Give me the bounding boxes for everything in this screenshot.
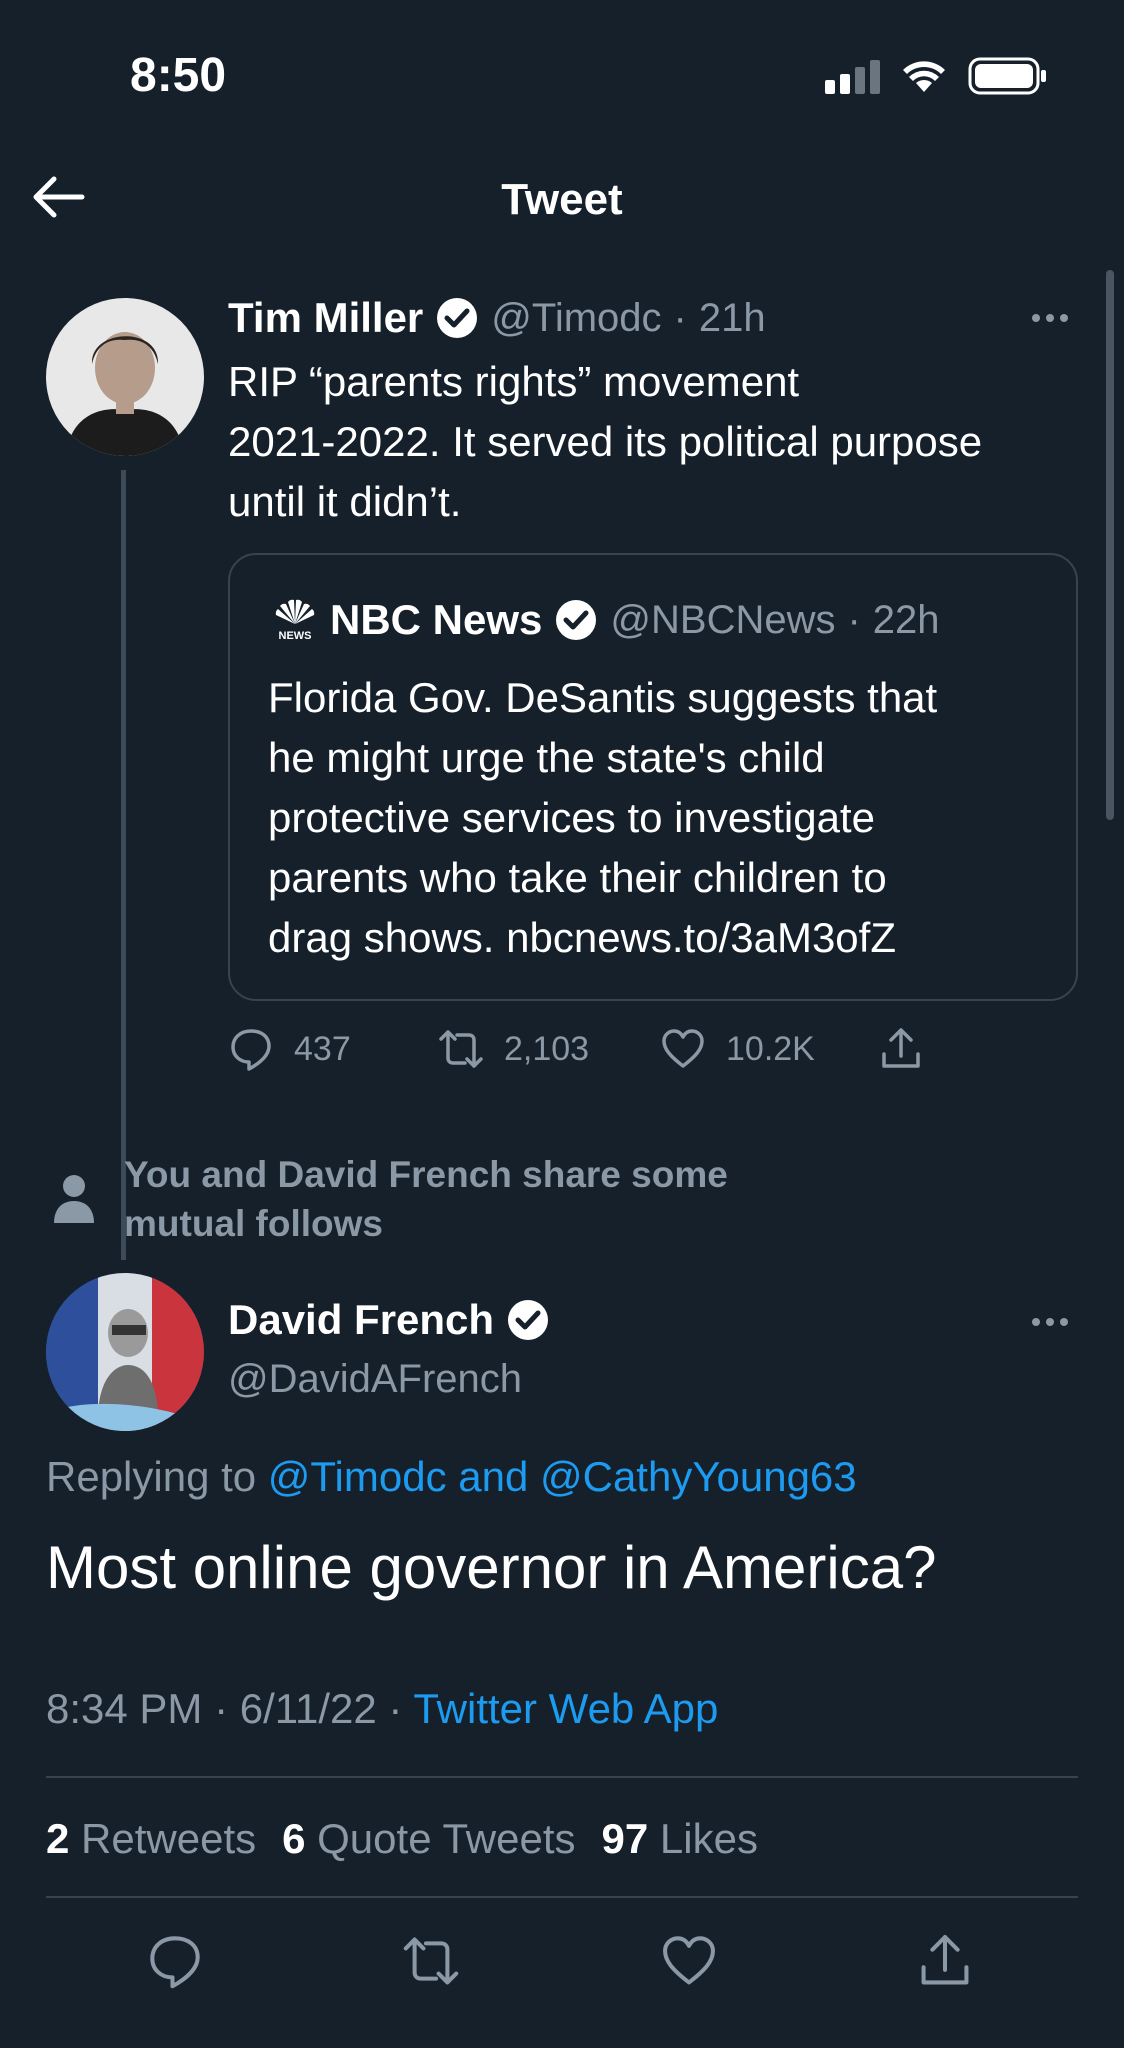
time-separator: · bbox=[847, 597, 861, 642]
tweet-text-line: until it didn’t. bbox=[228, 478, 462, 525]
share-button[interactable] bbox=[878, 1026, 924, 1072]
author-handle[interactable]: @DavidAFrench bbox=[228, 1357, 522, 1402]
battery-icon bbox=[968, 57, 1046, 95]
quote-text: Florida Gov. DeSantis suggests that he m… bbox=[268, 668, 1058, 968]
stat-label: Likes bbox=[659, 1815, 758, 1862]
more-options-icon[interactable] bbox=[1032, 314, 1068, 322]
tweet-time: 21h bbox=[698, 295, 766, 340]
avatar-tim-miller[interactable] bbox=[46, 298, 204, 456]
main-tweet-actions bbox=[0, 1932, 1124, 1992]
stat-count: 6 bbox=[282, 1815, 306, 1862]
verified-badge-icon bbox=[556, 600, 597, 640]
verified-badge-icon bbox=[508, 1300, 549, 1340]
mutual-follows-line: You and David French share some bbox=[124, 1154, 728, 1195]
replying-to: Replying to @Timodc and @CathyYoung63 bbox=[46, 1453, 857, 1501]
page-title: Tweet bbox=[501, 175, 623, 224]
reply-button[interactable]: 437 bbox=[228, 1026, 438, 1072]
like-count: 10.2K bbox=[726, 1029, 815, 1068]
quote-source-name[interactable]: NBC News bbox=[330, 596, 542, 644]
scrollbar[interactable] bbox=[1106, 270, 1114, 820]
author-name[interactable]: David French bbox=[228, 1296, 494, 1344]
stat-quote-tweets[interactable]: 6 Quote Tweets bbox=[282, 1815, 575, 1863]
reply-icon[interactable] bbox=[146, 1932, 204, 1990]
retweet-icon[interactable] bbox=[402, 1932, 460, 1990]
tweet-text: RIP “parents rights” movement 2021-2022.… bbox=[228, 352, 1088, 532]
avatar-david-french[interactable] bbox=[46, 1273, 204, 1431]
author-name[interactable]: Tim Miller bbox=[228, 294, 423, 342]
retweet-count: 2,103 bbox=[504, 1029, 590, 1068]
replying-to-label: Replying to bbox=[46, 1453, 268, 1500]
replying-to-users[interactable]: @Timodc and @CathyYoung63 bbox=[268, 1453, 857, 1500]
tweet-stats: 2 Retweets 6 Quote Tweets 97 Likes bbox=[46, 1815, 758, 1863]
time-separator: · bbox=[673, 295, 687, 340]
divider bbox=[46, 1776, 1078, 1778]
stat-count: 2 bbox=[46, 1815, 70, 1862]
quote-text-line: drag shows. nbcnews.to/3aM3ofZ bbox=[268, 914, 896, 961]
stat-likes[interactable]: 97 Likes bbox=[602, 1815, 758, 1863]
retweet-button[interactable]: 2,103 bbox=[438, 1026, 660, 1072]
cellular-signal-icon bbox=[825, 58, 880, 94]
share-icon bbox=[882, 1028, 920, 1068]
person-icon bbox=[54, 1175, 94, 1223]
tweet-header: Tim Miller @Timodc · 21h bbox=[228, 294, 766, 342]
source-app-link[interactable]: Twitter Web App bbox=[413, 1685, 718, 1732]
wifi-icon bbox=[903, 61, 945, 92]
status-icons bbox=[825, 56, 1048, 96]
tweet-actions: 437 2,103 10.2K bbox=[228, 1026, 924, 1072]
tweet-metadata: 8:34 PM · 6/11/22 · Twitter Web App bbox=[46, 1685, 718, 1733]
mutual-follows-text[interactable]: You and David French share some mutual f… bbox=[124, 1150, 864, 1248]
status-time: 8:50 bbox=[130, 49, 227, 102]
quote-text-line: he might urge the state's child bbox=[268, 734, 825, 781]
reply-icon bbox=[231, 1029, 271, 1071]
heart-icon[interactable] bbox=[660, 1932, 718, 1990]
nbc-peacock-logo-icon: NEWS bbox=[275, 599, 315, 642]
share-icon[interactable] bbox=[916, 1932, 974, 1990]
thread-line bbox=[121, 470, 126, 1260]
mutual-follows-line: mutual follows bbox=[124, 1203, 383, 1244]
main-tweet-text: Most online governor in America? bbox=[46, 1534, 937, 1601]
reply-count: 437 bbox=[294, 1029, 351, 1068]
stat-label: Retweets bbox=[81, 1815, 257, 1862]
tweet-text-line: RIP “parents rights” movement bbox=[228, 358, 800, 405]
stat-retweets[interactable]: 2 Retweets bbox=[46, 1815, 256, 1863]
stat-count: 97 bbox=[601, 1815, 649, 1862]
heart-icon bbox=[662, 1029, 704, 1068]
retweet-icon bbox=[439, 1030, 483, 1068]
more-options-icon[interactable] bbox=[1032, 1318, 1068, 1326]
tweet-detail-screen: 8:50 Tweet Tim Miller @Timodc · 21h RIP … bbox=[0, 0, 1124, 2048]
quote-header: NEWS NBC News @NBCNews · 22h bbox=[272, 596, 940, 644]
verified-badge-icon bbox=[437, 298, 478, 338]
quote-text-line: protective services to investigate bbox=[268, 794, 875, 841]
tweet-text-line: 2021-2022. It served its political purpo… bbox=[228, 418, 983, 465]
divider bbox=[46, 1896, 1078, 1898]
quote-time: 22h bbox=[872, 597, 940, 642]
like-button[interactable]: 10.2K bbox=[660, 1026, 878, 1072]
main-tweet-header: David French bbox=[228, 1296, 550, 1344]
quote-text-line: parents who take their children to bbox=[268, 854, 887, 901]
quote-handle[interactable]: @NBCNews bbox=[610, 598, 835, 643]
tweet-timestamp: 8:34 PM · 6/11/22 · bbox=[46, 1685, 414, 1732]
nbc-logo-text: NEWS bbox=[279, 630, 312, 642]
stat-label: Quote Tweets bbox=[317, 1815, 576, 1862]
author-handle[interactable]: @Timodc bbox=[491, 296, 661, 341]
quote-text-line: Florida Gov. DeSantis suggests that bbox=[268, 674, 938, 721]
